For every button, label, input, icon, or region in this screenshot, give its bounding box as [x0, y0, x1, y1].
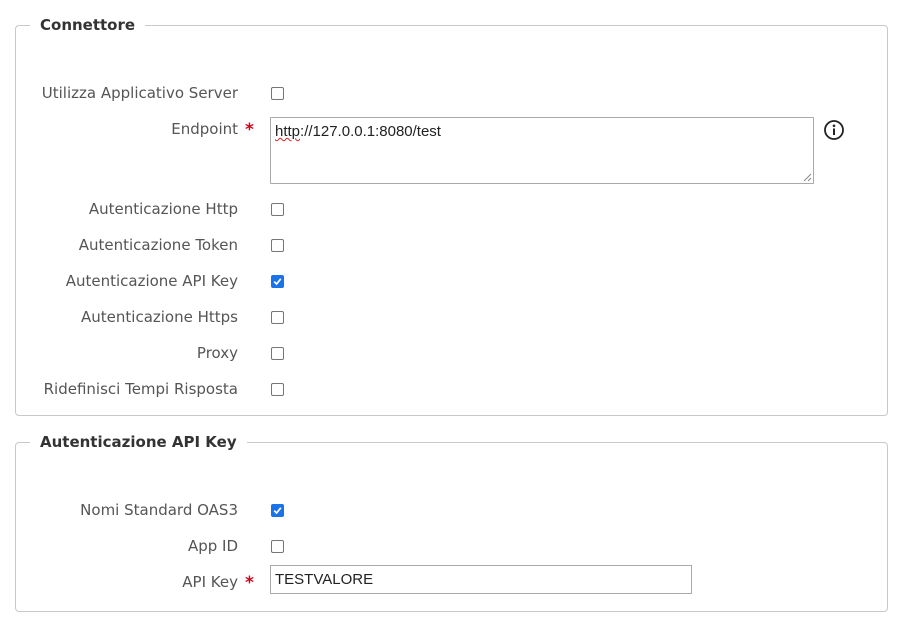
endpoint-required-mark: * [245, 120, 254, 140]
autenticazione-http-checkbox[interactable] [271, 203, 284, 216]
app-id-checkbox[interactable] [271, 540, 284, 553]
autenticazione-api-key-label: Autenticazione API Key [65, 272, 238, 290]
autenticazione-http-row: Autenticazione Http [16, 197, 887, 221]
proxy-label: Proxy [196, 344, 238, 362]
app-id-label: App ID [187, 537, 238, 555]
app-id-row: App ID [16, 534, 887, 558]
ridefinisci-tempi-risposta-row: Ridefinisci Tempi Risposta [16, 377, 887, 401]
endpoint-textarea[interactable]: http://127.0.0.1:8080/test [270, 117, 814, 184]
ridefinisci-tempi-risposta-checkbox[interactable] [271, 383, 284, 396]
api-key-required-mark: * [245, 573, 254, 593]
autenticazione-api-key-section: Autenticazione API Key Nomi Standard OAS… [15, 432, 888, 612]
api-key-input[interactable]: TESTVALORE [270, 565, 692, 594]
endpoint-value-rest: ://127.0.0.1:8080/test [300, 123, 441, 140]
resize-grip-icon[interactable] [802, 172, 812, 182]
autenticazione-api-key-checkbox[interactable] [271, 275, 284, 288]
endpoint-row: Endpoint * http://127.0.0.1:8080/test [16, 117, 887, 184]
autenticazione-https-row: Autenticazione Https [16, 305, 887, 329]
autenticazione-https-label: Autenticazione Https [81, 308, 238, 326]
ridefinisci-tempi-risposta-label: Ridefinisci Tempi Risposta [43, 380, 238, 398]
page: Connettore Utilizza Applicativo Server E… [0, 0, 909, 622]
autenticazione-http-label: Autenticazione Http [88, 200, 238, 218]
autenticazione-token-label: Autenticazione Token [78, 236, 238, 254]
nomi-standard-oas3-row: Nomi Standard OAS3 [16, 498, 887, 522]
proxy-row: Proxy [16, 341, 887, 365]
utilizza-applicativo-server-checkbox[interactable] [271, 87, 284, 100]
nomi-standard-oas3-label: Nomi Standard OAS3 [80, 501, 238, 519]
utilizza-applicativo-server-label: Utilizza Applicativo Server [41, 84, 238, 102]
proxy-checkbox[interactable] [271, 347, 284, 360]
autenticazione-token-row: Autenticazione Token [16, 233, 887, 257]
autenticazione-token-checkbox[interactable] [271, 239, 284, 252]
info-circle-icon[interactable] [823, 119, 845, 141]
api-key-row: API Key * TESTVALORE [16, 565, 887, 594]
connettore-section: Connettore Utilizza Applicativo Server E… [15, 15, 888, 416]
autenticazione-https-checkbox[interactable] [271, 311, 284, 324]
api-key-label: API Key [182, 573, 238, 591]
endpoint-label: Endpoint [171, 120, 238, 138]
endpoint-value-prefix: http [275, 123, 301, 140]
connettore-title: Connettore [40, 16, 136, 34]
autenticazione-api-key-title: Autenticazione API Key [40, 433, 237, 451]
nomi-standard-oas3-checkbox[interactable] [271, 504, 284, 517]
utilizza-applicativo-server-row: Utilizza Applicativo Server [16, 81, 887, 105]
autenticazione-api-key-row: Autenticazione API Key [16, 269, 887, 293]
